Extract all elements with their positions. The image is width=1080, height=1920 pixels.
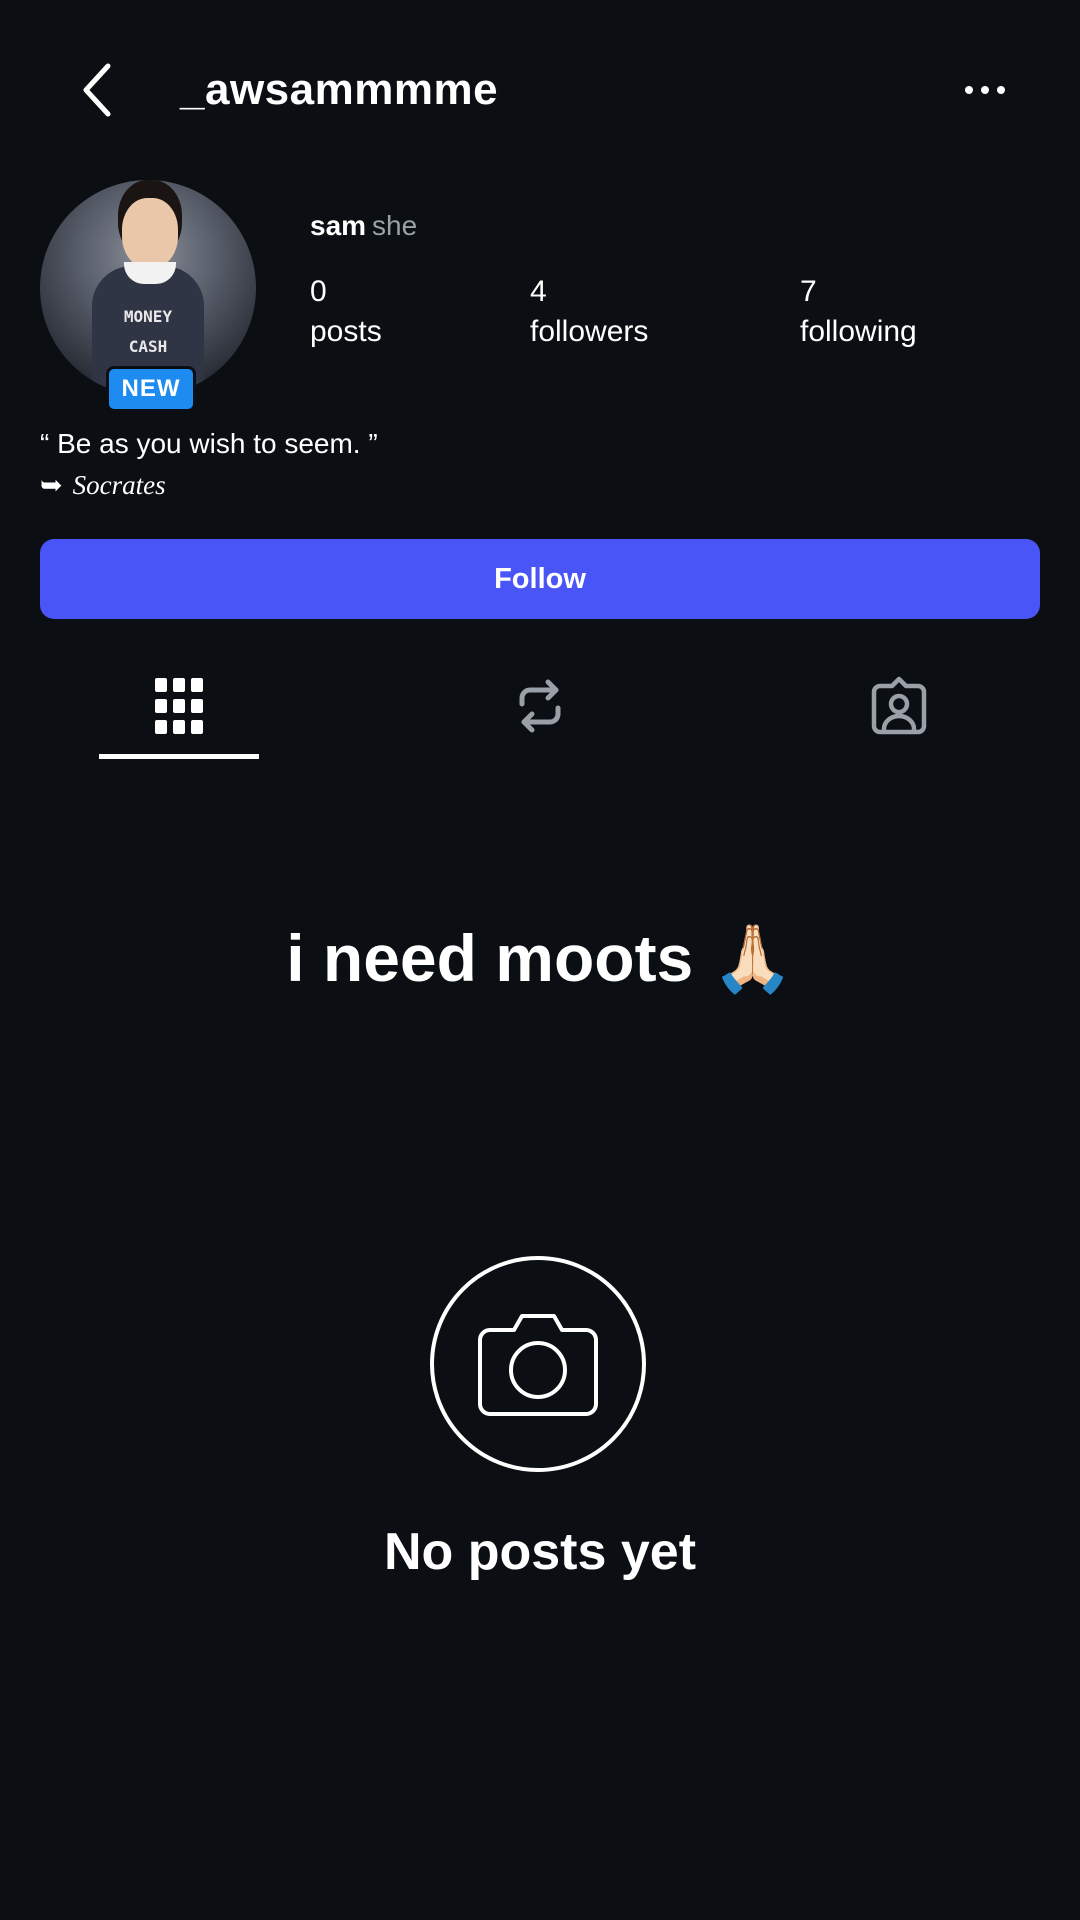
stat-value: 0 [310,275,327,308]
avatar-face [122,198,178,268]
tagged-icon [871,676,927,735]
bio-quote: “ Be as you wish to seem. ” [40,428,378,459]
profile-headline: i need moots 🙏🏻 [286,921,794,995]
profile-username: _awsammmme [180,65,499,114]
arrow-icon: ➥ [40,470,63,501]
stat-followers[interactable]: 4 followers [530,272,648,352]
new-badge: NEW [106,366,196,412]
tab-tagged[interactable] [839,668,959,744]
profile-pronoun: she [372,210,418,241]
chevron-left-icon [83,63,111,117]
profile-avatar[interactable]: MONEY CASH [40,180,256,396]
stat-following[interactable]: 7 following [800,272,917,352]
more-icon-dot [965,86,973,94]
back-button[interactable] [72,60,122,120]
shirt-text-line: CASH [128,337,168,356]
stat-value: 4 [530,275,547,308]
tab-posts-grid[interactable] [119,668,239,744]
bio-author: Socrates [72,470,166,500]
empty-state-camera [430,1256,646,1472]
selected-tab-indicator [99,754,259,759]
stat-posts[interactable]: 0 posts [310,272,382,352]
grid-icon [155,678,203,734]
profile-name: sam [310,210,367,241]
stat-label: posts [310,315,382,348]
camera-icon [478,1314,598,1416]
tab-reposts[interactable] [480,668,600,744]
empty-state-label: No posts yet [383,1523,697,1581]
stat-label: followers [530,315,649,348]
repost-icon [519,679,561,733]
stat-value: 7 [800,275,817,308]
more-options-button[interactable] [950,70,1020,110]
more-icon-dot [981,86,989,94]
bio-author-line: ➥ Socrates [40,467,166,504]
shirt-text-line: MONEY [123,307,173,326]
stat-label: following [800,315,917,348]
follow-button[interactable]: Follow [40,539,1040,619]
avatar-shirt-text: MONEY CASH [100,302,196,362]
profile-name-line: sam she [310,208,417,244]
more-icon-dot [997,86,1005,94]
